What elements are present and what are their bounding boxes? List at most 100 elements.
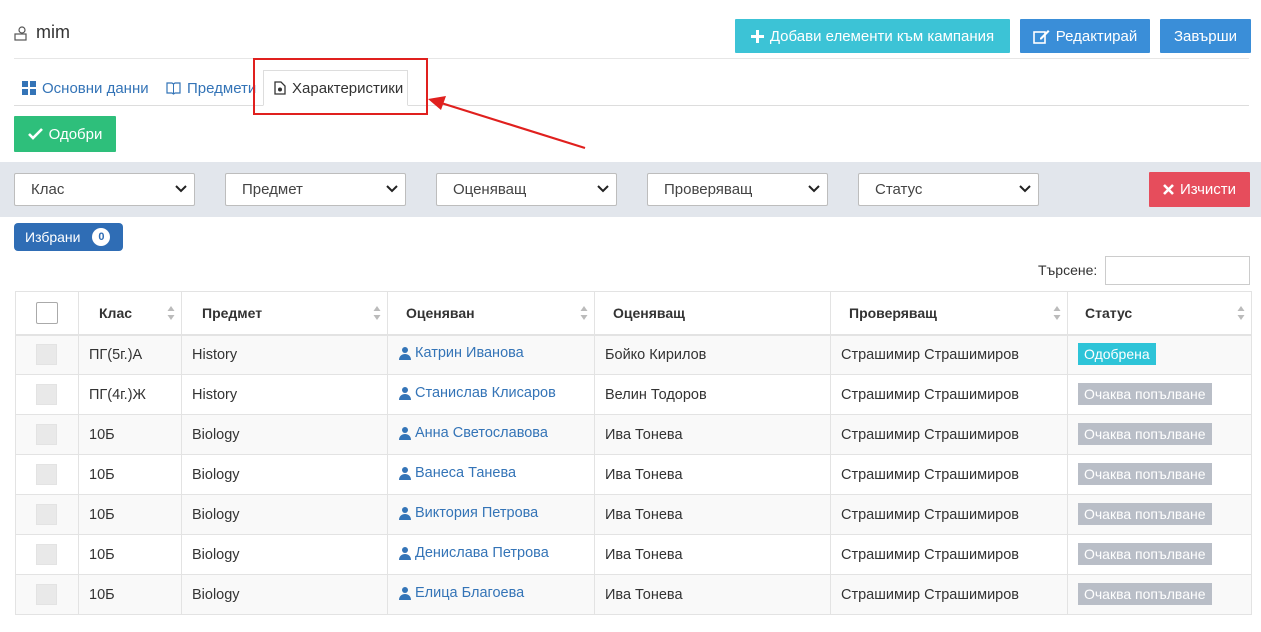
checker-cell: Страшимир Страшимиров	[830, 494, 1068, 535]
grid-icon	[22, 81, 36, 95]
evaluated-link[interactable]: Анна Светославова	[398, 425, 548, 441]
row-checkbox[interactable]	[36, 344, 57, 366]
subject-filter[interactable]: Предмет	[225, 173, 406, 206]
col-header-class[interactable]: Клас	[78, 291, 182, 336]
subject-cell: Biology	[181, 534, 388, 575]
row-select-cell	[15, 534, 79, 575]
status-cell: Очаква попълване	[1067, 374, 1252, 415]
col-header-evaluated[interactable]: Оценяван	[387, 291, 595, 336]
evaluator-cell: Ива Тонева	[594, 534, 831, 575]
student-icon	[399, 387, 411, 400]
class-filter[interactable]: Клас	[14, 173, 195, 206]
evaluated-link[interactable]: Ванеса Танева	[398, 465, 516, 481]
status-filter-value: Статус	[875, 181, 923, 198]
class-cell: 10Б	[78, 454, 182, 495]
row-checkbox[interactable]	[36, 464, 57, 485]
add-items-label: Добави елементи към кампания	[769, 27, 995, 45]
table-row: 10Б Biology Виктория Петрова Ива Тонева …	[15, 494, 1252, 535]
evaluator-cell: Велин Тодоров	[594, 374, 831, 415]
select-all-header	[15, 291, 79, 336]
checker-filter[interactable]: Проверяващ	[647, 173, 828, 206]
chevron-down-icon	[597, 185, 609, 193]
add-items-button[interactable]: Добави елементи към кампания	[735, 19, 1010, 53]
table-row: ПГ(4г.)Ж History Станислав Клисаров Вели…	[15, 374, 1252, 415]
chevron-down-icon	[175, 185, 187, 193]
edit-button[interactable]: Редактирай	[1020, 19, 1150, 53]
row-select-cell	[15, 454, 79, 495]
col-header-status[interactable]: Статус	[1067, 291, 1252, 336]
evaluated-link[interactable]: Катрин Иванова	[398, 345, 524, 361]
tab-characteristics[interactable]: Характеристики	[263, 70, 408, 106]
clear-filters-button[interactable]: Изчисти	[1149, 172, 1250, 207]
status-filter[interactable]: Статус	[858, 173, 1039, 206]
campaign-name: mim	[36, 22, 70, 42]
evaluated-link[interactable]: Денислава Петрова	[398, 545, 549, 561]
chosen-button[interactable]: Избрани 0	[14, 223, 123, 251]
edit-label: Редактирай	[1055, 27, 1138, 45]
evaluator-cell: Ива Тонева	[594, 454, 831, 495]
subject-cell: History	[181, 374, 388, 415]
col-header-subject[interactable]: Предмет	[181, 291, 388, 336]
finish-button[interactable]: Завърши	[1160, 19, 1251, 53]
chevron-down-icon	[1019, 185, 1031, 193]
status-cell: Очаква попълване	[1067, 534, 1252, 575]
approve-button[interactable]: Одобри	[14, 116, 116, 152]
evaluator-filter[interactable]: Оценяващ	[436, 173, 617, 206]
evaluated-cell: Ванеса Танева	[387, 454, 595, 495]
checker-cell: Страшимир Страшимиров	[830, 574, 1068, 615]
row-checkbox[interactable]	[36, 504, 57, 525]
characteristics-table: Клас Предмет Оценяван Оценяващ Проверява…	[15, 291, 1252, 615]
evaluated-link[interactable]: Станислав Клисаров	[398, 385, 556, 401]
table-row: 10Б Biology Ванеса Танева Ива Тонева Стр…	[15, 454, 1252, 495]
class-cell: ПГ(5г.)А	[78, 334, 182, 375]
checker-cell: Страшимир Страшимиров	[830, 374, 1068, 415]
row-select-cell	[15, 494, 79, 535]
tab-basic-data[interactable]: Основни данни	[22, 70, 149, 106]
status-badge: Очаква попълване	[1078, 463, 1212, 485]
checker-cell: Страшимир Страшимиров	[830, 534, 1068, 575]
student-icon	[399, 347, 411, 361]
subject-cell: Biology	[181, 454, 388, 495]
subject-cell: Biology	[181, 574, 388, 615]
status-cell: Очаква попълване	[1067, 574, 1252, 615]
class-cell: 10Б	[78, 414, 182, 455]
sort-icon	[580, 306, 588, 320]
tab-subjects[interactable]: Предмети	[166, 70, 256, 106]
book-icon	[166, 82, 181, 95]
row-checkbox[interactable]	[36, 544, 57, 565]
chosen-count-badge: 0	[92, 228, 111, 246]
checker-cell: Страшимир Страшимиров	[830, 334, 1068, 375]
search-input[interactable]	[1105, 256, 1250, 285]
subject-filter-value: Предмет	[242, 181, 303, 198]
table-row: ПГ(5г.)А History Катрин Иванова Бойко Ки…	[15, 334, 1252, 375]
col-header-evaluator[interactable]: Оценяващ	[594, 291, 831, 336]
class-cell: 10Б	[78, 534, 182, 575]
status-badge: Очаква попълване	[1078, 503, 1212, 525]
select-all-checkbox[interactable]	[36, 301, 58, 324]
evaluated-cell: Станислав Клисаров	[387, 374, 595, 415]
row-select-cell	[15, 334, 79, 375]
row-checkbox[interactable]	[36, 584, 57, 605]
filter-bar: Клас Предмет Оценяващ Проверяващ Статус …	[0, 162, 1261, 217]
table-row: 10Б Biology Денислава Петрова Ива Тонева…	[15, 534, 1252, 575]
status-badge: Очаква попълване	[1078, 543, 1212, 565]
close-icon	[1163, 184, 1174, 195]
evaluator-filter-value: Оценяващ	[453, 181, 527, 198]
sort-icon	[373, 306, 381, 320]
row-checkbox[interactable]	[36, 424, 57, 445]
student-icon	[399, 467, 411, 480]
checker-cell: Страшимир Страшимиров	[830, 454, 1068, 495]
row-checkbox[interactable]	[36, 384, 57, 405]
subject-cell: History	[181, 334, 388, 375]
evaluator-cell: Ива Тонева	[594, 494, 831, 535]
tab-basic-data-label: Основни данни	[42, 79, 149, 97]
evaluated-link[interactable]: Елица Благоева	[398, 585, 524, 601]
table-row: 10Б Biology Елица Благоева Ива Тонева Ст…	[15, 574, 1252, 615]
student-icon	[399, 507, 411, 520]
sort-icon	[1237, 306, 1245, 320]
user-card-icon	[14, 25, 27, 41]
evaluated-link[interactable]: Виктория Петрова	[398, 505, 538, 521]
document-icon	[274, 81, 286, 95]
plus-icon	[750, 29, 764, 43]
col-header-checker[interactable]: Проверяващ	[830, 291, 1068, 336]
